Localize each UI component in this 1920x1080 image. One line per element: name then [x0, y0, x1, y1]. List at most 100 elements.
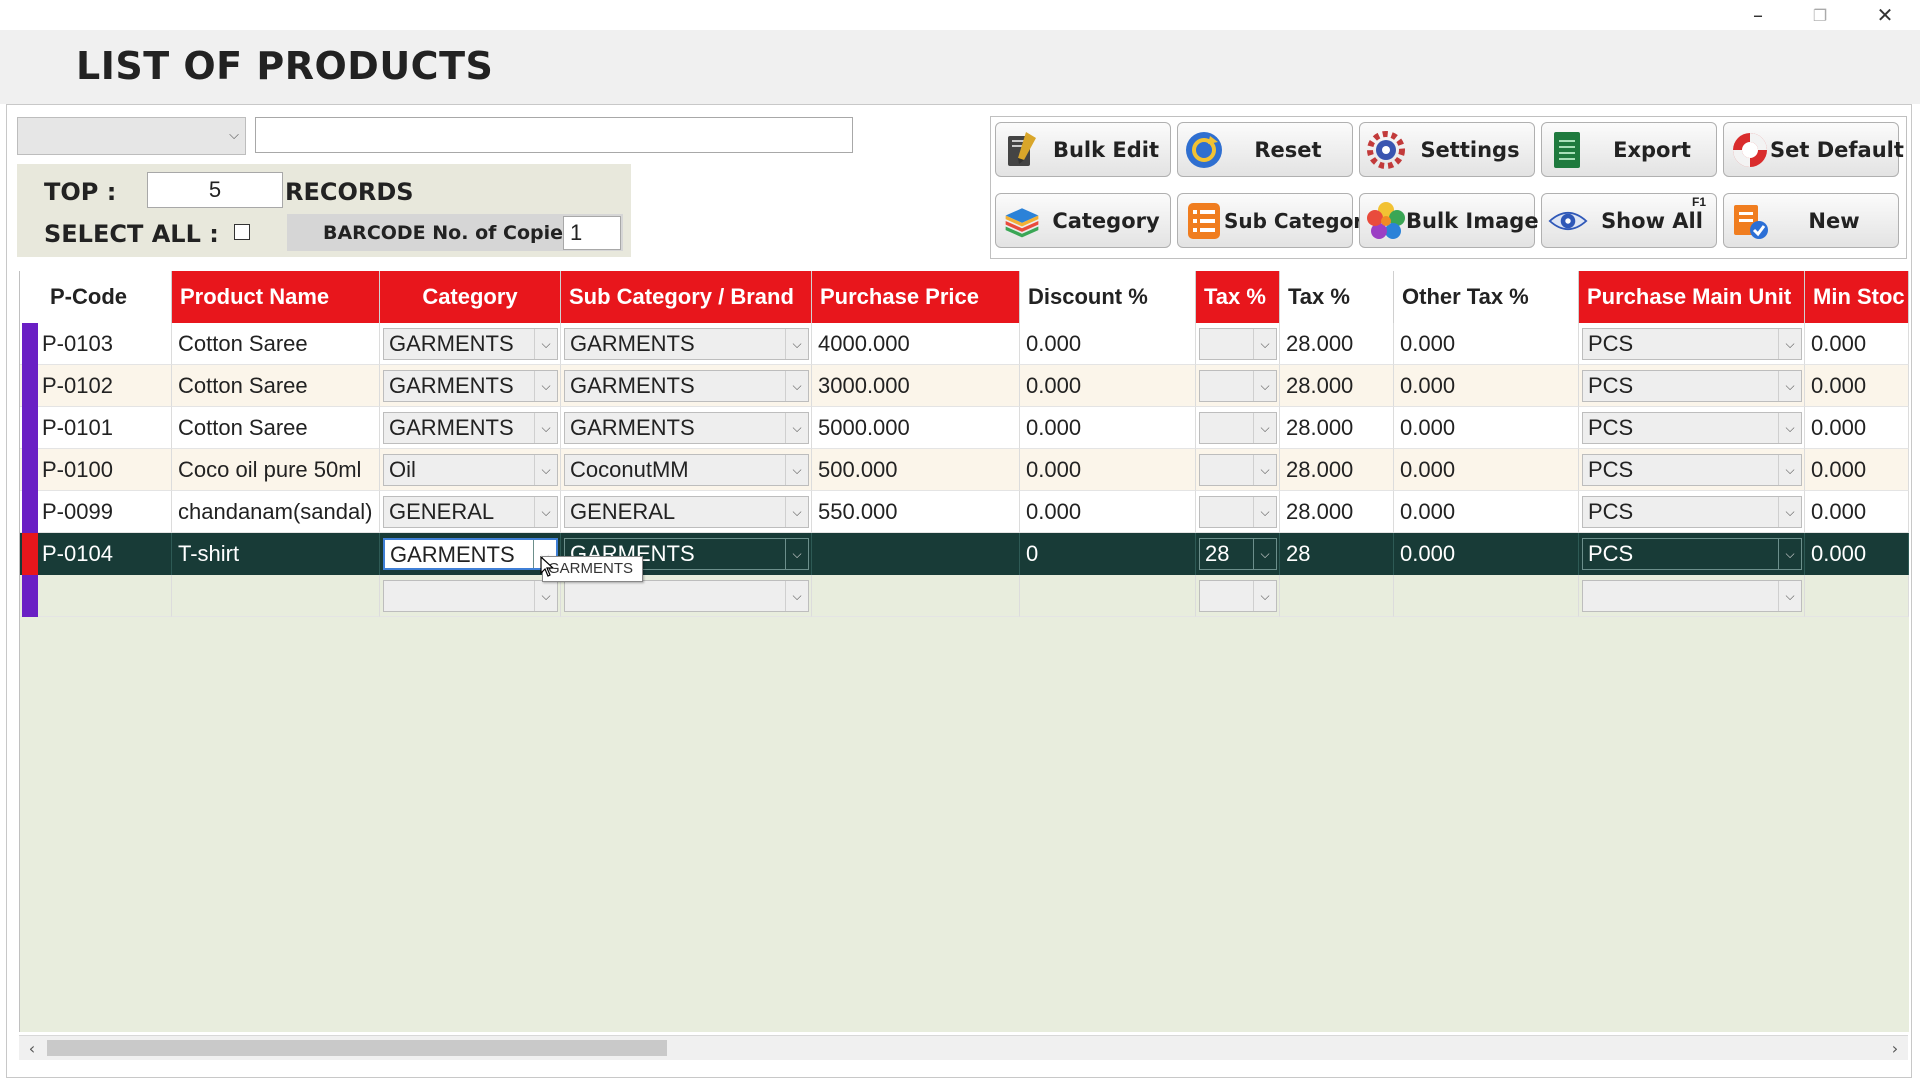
sub-category-button[interactable]: Sub Category	[1177, 193, 1376, 248]
column-header-purchase-price[interactable]: Purchase Price	[812, 271, 1020, 323]
chevron-down-icon[interactable]: ⌵	[534, 497, 557, 527]
table-row[interactable]: P-0102 Cotton Saree GARMENTS ⌵ GARMENTS ⌵ 3000…	[20, 365, 1909, 407]
purchase-price-cell[interactable]: 5000.000	[812, 407, 1020, 449]
category-dropdown[interactable]: GARMENTS ⌵	[383, 328, 558, 360]
product-name-cell[interactable]: chandanam(sandal)	[172, 491, 380, 533]
export-button[interactable]: Export	[1541, 122, 1717, 177]
horizontal-scrollbar[interactable]: ‹ ›	[19, 1035, 1908, 1060]
pcode-cell[interactable]: P-0099	[20, 491, 172, 533]
category-dropdown[interactable]: Oil ⌵	[383, 454, 558, 486]
table-row[interactable]: ⌵ ⌵ ⌵ ⌵	[20, 575, 1909, 617]
purchase-price-cell[interactable]: 500.000	[812, 449, 1020, 491]
purchase-unit-dropdown[interactable]: PCS ⌵	[1582, 328, 1802, 360]
other-tax-cell[interactable]: 0.000	[1394, 407, 1579, 449]
min-stock-cell[interactable]: 0.000	[1805, 407, 1909, 449]
tax-select-dropdown[interactable]: ⌵	[1199, 370, 1277, 402]
purchase-unit-dropdown[interactable]: PCS ⌵	[1582, 496, 1802, 528]
pcode-cell[interactable]: P-0103	[20, 323, 172, 365]
category-button[interactable]: Category	[995, 193, 1171, 248]
sub-category-dropdown[interactable]: GENERAL ⌵	[564, 496, 809, 528]
filter-combo[interactable]: ⌵	[17, 117, 246, 155]
discount-cell[interactable]	[1020, 575, 1196, 617]
discount-cell[interactable]: 0.000	[1020, 449, 1196, 491]
purchase-unit-dropdown[interactable]: PCS ⌵	[1582, 412, 1802, 444]
set-default-button[interactable]: Set Default	[1723, 122, 1904, 177]
sub-category-dropdown[interactable]: GARMENTS ⌵	[564, 328, 809, 360]
purchase-price-cell[interactable]: 3000.000	[812, 365, 1020, 407]
chevron-down-icon[interactable]: ⌵	[534, 371, 557, 401]
chevron-down-icon[interactable]: ⌵	[1778, 581, 1801, 611]
chevron-down-icon[interactable]: ⌵	[1253, 329, 1276, 359]
chevron-down-icon[interactable]: ⌵	[534, 329, 557, 359]
top-records-input[interactable]: 5	[147, 172, 283, 208]
chevron-down-icon[interactable]: ⌵	[1778, 371, 1801, 401]
select-all-checkbox[interactable]	[234, 224, 250, 240]
tax-select-dropdown[interactable]: ⌵	[1199, 496, 1277, 528]
pcode-cell[interactable]: P-0101	[20, 407, 172, 449]
new-button[interactable]: New	[1723, 193, 1899, 248]
tax-select-dropdown[interactable]: ⌵	[1199, 328, 1277, 360]
sub-category-dropdown[interactable]: CoconutMM ⌵	[564, 454, 809, 486]
barcode-copies-input[interactable]: 1	[563, 216, 621, 250]
purchase-price-cell[interactable]: 550.000	[812, 491, 1020, 533]
chevron-down-icon[interactable]: ⌵	[1778, 413, 1801, 443]
column-header-sub-category[interactable]: Sub Category / Brand	[561, 271, 812, 323]
chevron-down-icon[interactable]: ⌵	[1253, 413, 1276, 443]
chevron-down-icon[interactable]: ⌵	[785, 581, 808, 611]
chevron-down-icon[interactable]: ⌵	[1253, 455, 1276, 485]
discount-cell[interactable]: 0	[1020, 533, 1196, 575]
column-header-discount[interactable]: Discount %	[1020, 271, 1196, 323]
pcode-cell[interactable]: P-0104	[20, 533, 172, 575]
purchase-price-cell[interactable]: 4000.000	[812, 323, 1020, 365]
purchase-unit-dropdown[interactable]: ⌵	[1582, 580, 1802, 612]
purchase-unit-dropdown[interactable]: PCS ⌵	[1582, 538, 1802, 570]
chevron-down-icon[interactable]: ⌵	[785, 413, 808, 443]
tax-cell[interactable]: 28.000	[1280, 323, 1394, 365]
scrollbar-thumb[interactable]	[47, 1040, 667, 1056]
chevron-down-icon[interactable]: ⌵	[785, 539, 808, 569]
chevron-down-icon[interactable]: ⌵	[1253, 581, 1276, 611]
column-header-category[interactable]: Category	[380, 271, 561, 323]
chevron-down-icon[interactable]: ⌵	[1778, 539, 1801, 569]
other-tax-cell[interactable]: 0.000	[1394, 365, 1579, 407]
close-button[interactable]: ✕	[1855, 0, 1915, 30]
chevron-down-icon[interactable]: ⌵	[1253, 497, 1276, 527]
sub-category-dropdown[interactable]: GARMENTS ⌵	[564, 370, 809, 402]
min-stock-cell[interactable]: 0.000	[1805, 449, 1909, 491]
other-tax-cell[interactable]	[1394, 575, 1579, 617]
other-tax-cell[interactable]: 0.000	[1394, 323, 1579, 365]
tax-select-dropdown[interactable]: ⌵	[1199, 412, 1277, 444]
discount-cell[interactable]: 0.000	[1020, 407, 1196, 449]
bulk-edit-button[interactable]: Bulk Edit	[995, 122, 1171, 177]
table-row[interactable]: P-0104 T-shirt GARMENTS ⌵ GARMENTS ⌵ 0 28 ⌵ 28 0.0…	[20, 533, 1909, 575]
product-name-cell[interactable]: Cotton Saree	[172, 407, 380, 449]
purchase-price-cell[interactable]	[812, 575, 1020, 617]
chevron-down-icon[interactable]: ⌵	[1778, 329, 1801, 359]
column-header-pcode[interactable]: P-Code	[20, 271, 172, 323]
min-stock-cell[interactable]	[1805, 575, 1909, 617]
column-header-purchase-unit[interactable]: Purchase Main Unit	[1579, 271, 1805, 323]
tax-select-dropdown[interactable]: ⌵	[1199, 454, 1277, 486]
chevron-down-icon[interactable]: ⌵	[1778, 455, 1801, 485]
discount-cell[interactable]: 0.000	[1020, 323, 1196, 365]
tax-cell[interactable]: 28.000	[1280, 449, 1394, 491]
chevron-down-icon[interactable]: ⌵	[1253, 539, 1276, 569]
product-name-cell[interactable]: Cotton Saree	[172, 323, 380, 365]
discount-cell[interactable]: 0.000	[1020, 365, 1196, 407]
min-stock-cell[interactable]: 0.000	[1805, 533, 1909, 575]
table-row[interactable]: P-0103 Cotton Saree GARMENTS ⌵ GARMENTS ⌵ 4000…	[20, 323, 1909, 365]
minimize-button[interactable]: –	[1728, 0, 1788, 30]
sub-category-dropdown[interactable]: GARMENTS ⌵	[564, 412, 809, 444]
column-header-tax-select[interactable]: Tax %	[1196, 271, 1280, 323]
category-dropdown[interactable]: GENERAL ⌵	[383, 496, 558, 528]
show-all-button[interactable]: Show All F1	[1541, 193, 1717, 248]
min-stock-cell[interactable]: 0.000	[1805, 491, 1909, 533]
purchase-unit-dropdown[interactable]: PCS ⌵	[1582, 370, 1802, 402]
category-dropdown[interactable]: ⌵	[383, 580, 558, 612]
column-header-product-name[interactable]: Product Name	[172, 271, 380, 323]
scroll-left-icon[interactable]: ‹	[21, 1036, 43, 1060]
product-name-cell[interactable]: Coco oil pure 50ml	[172, 449, 380, 491]
restore-button[interactable]: ❐	[1790, 0, 1850, 30]
other-tax-cell[interactable]: 0.000	[1394, 491, 1579, 533]
discount-cell[interactable]: 0.000	[1020, 491, 1196, 533]
